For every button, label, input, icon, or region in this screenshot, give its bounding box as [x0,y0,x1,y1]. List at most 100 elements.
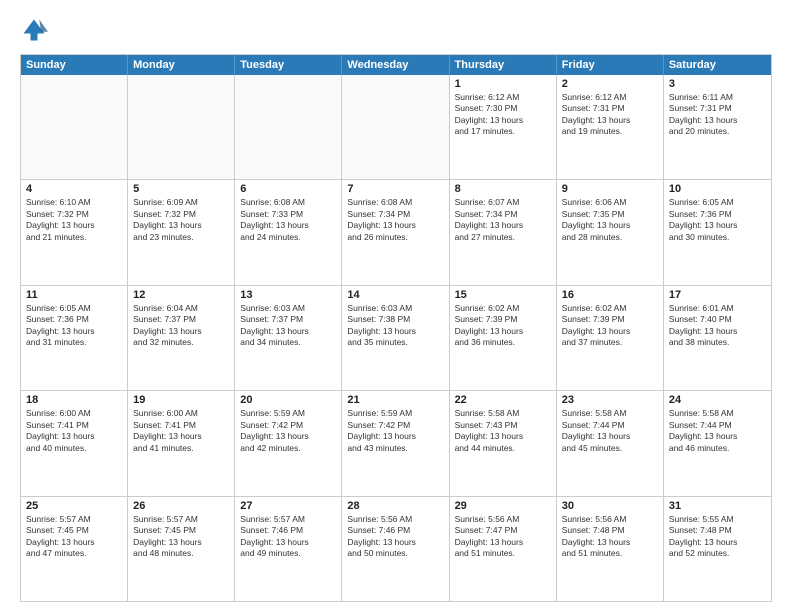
week-row-2: 4 Sunrise: 6:10 AM Sunset: 7:32 PM Daylig… [21,179,771,284]
day-number: 29 [455,500,551,512]
day-cell-2: 2 Sunrise: 6:12 AM Sunset: 7:31 PM Daylig… [557,75,664,179]
day-info: Sunrise: 6:04 AM Sunset: 7:37 PM Dayligh… [133,303,229,349]
day-cell-16: 16 Sunrise: 6:02 AM Sunset: 7:39 PM Dayli… [557,286,664,390]
day-cell-3: 3Sunrise: 6:11 AM Sunset: 7:31 PM Daylig… [664,75,771,179]
day-number: 18 [26,394,122,406]
day-info: Sunrise: 5:57 AM Sunset: 7:45 PM Dayligh… [133,514,229,560]
day-number: 6 [240,183,336,195]
day-cell-13: 13 Sunrise: 6:03 AM Sunset: 7:37 PM Dayli… [235,286,342,390]
day-number: 22 [455,394,551,406]
day-info: Sunrise: 6:01 AM Sunset: 7:40 PM Dayligh… [669,303,766,349]
day-info: Sunrise: 5:56 AM Sunset: 7:46 PM Dayligh… [347,514,443,560]
day-info: Sunrise: 5:59 AM Sunset: 7:42 PM Dayligh… [347,408,443,454]
day-number: 19 [133,394,229,406]
day-info: Sunrise: 5:56 AM Sunset: 7:48 PM Dayligh… [562,514,658,560]
day-info: Sunrise: 6:00 AM Sunset: 7:41 PM Dayligh… [26,408,122,454]
day-info: Sunrise: 5:58 AM Sunset: 7:44 PM Dayligh… [562,408,658,454]
day-cell-18: 18 Sunrise: 6:00 AM Sunset: 7:41 PM Dayli… [21,391,128,495]
day-number: 28 [347,500,443,512]
header-day-saturday: Saturday [664,55,771,75]
day-cell-24: 24 Sunrise: 5:58 AM Sunset: 7:44 PM Dayli… [664,391,771,495]
day-number: 13 [240,289,336,301]
calendar-header: SundayMondayTuesdayWednesdayThursdayFrid… [21,55,771,75]
day-cell-21: 21 Sunrise: 5:59 AM Sunset: 7:42 PM Dayli… [342,391,449,495]
day-number: 2 [562,78,658,90]
day-cell-8: 8 Sunrise: 6:07 AM Sunset: 7:34 PM Daylig… [450,180,557,284]
week-row-3: 11 Sunrise: 6:05 AM Sunset: 7:36 PM Dayli… [21,285,771,390]
day-info: Sunrise: 6:02 AM Sunset: 7:39 PM Dayligh… [455,303,551,349]
header-day-friday: Friday [557,55,664,75]
week-row-4: 18 Sunrise: 6:00 AM Sunset: 7:41 PM Dayli… [21,390,771,495]
header-day-monday: Monday [128,55,235,75]
day-number: 17 [669,289,766,301]
day-info: Sunrise: 6:12 AM Sunset: 7:31 PM Dayligh… [562,92,658,138]
week-row-1: 1Sunrise: 6:12 AM Sunset: 7:30 PM Daylig… [21,75,771,179]
day-info: Sunrise: 6:00 AM Sunset: 7:41 PM Dayligh… [133,408,229,454]
day-cell-26: 26 Sunrise: 5:57 AM Sunset: 7:45 PM Dayli… [128,497,235,601]
logo-icon [20,16,48,44]
day-info: Sunrise: 6:08 AM Sunset: 7:33 PM Dayligh… [240,197,336,243]
day-number: 26 [133,500,229,512]
empty-cell [128,75,235,179]
day-cell-11: 11 Sunrise: 6:05 AM Sunset: 7:36 PM Dayli… [21,286,128,390]
day-info: Sunrise: 5:55 AM Sunset: 7:48 PM Dayligh… [669,514,766,560]
day-number: 10 [669,183,766,195]
day-number: 27 [240,500,336,512]
day-info: Sunrise: 5:57 AM Sunset: 7:46 PM Dayligh… [240,514,336,560]
day-info: Sunrise: 6:05 AM Sunset: 7:36 PM Dayligh… [26,303,122,349]
day-cell-27: 27 Sunrise: 5:57 AM Sunset: 7:46 PM Dayli… [235,497,342,601]
empty-cell [342,75,449,179]
calendar-body: 1Sunrise: 6:12 AM Sunset: 7:30 PM Daylig… [21,75,771,601]
day-number: 11 [26,289,122,301]
day-number: 8 [455,183,551,195]
day-cell-14: 14 Sunrise: 6:03 AM Sunset: 7:38 PM Dayli… [342,286,449,390]
day-info: Sunrise: 6:03 AM Sunset: 7:38 PM Dayligh… [347,303,443,349]
day-number: 9 [562,183,658,195]
day-number: 23 [562,394,658,406]
day-cell-19: 19 Sunrise: 6:00 AM Sunset: 7:41 PM Dayli… [128,391,235,495]
header-day-sunday: Sunday [21,55,128,75]
header-day-thursday: Thursday [450,55,557,75]
day-number: 21 [347,394,443,406]
week-row-5: 25 Sunrise: 5:57 AM Sunset: 7:45 PM Dayli… [21,496,771,601]
day-number: 7 [347,183,443,195]
day-number: 24 [669,394,766,406]
day-info: Sunrise: 5:58 AM Sunset: 7:44 PM Dayligh… [669,408,766,454]
day-info: Sunrise: 6:05 AM Sunset: 7:36 PM Dayligh… [669,197,766,243]
day-info: Sunrise: 6:10 AM Sunset: 7:32 PM Dayligh… [26,197,122,243]
day-cell-31: 31 Sunrise: 5:55 AM Sunset: 7:48 PM Dayli… [664,497,771,601]
header-day-tuesday: Tuesday [235,55,342,75]
day-cell-29: 29Sunrise: 5:56 AM Sunset: 7:47 PM Dayli… [450,497,557,601]
day-number: 4 [26,183,122,195]
header-day-wednesday: Wednesday [342,55,449,75]
day-info: Sunrise: 6:02 AM Sunset: 7:39 PM Dayligh… [562,303,658,349]
day-info: Sunrise: 6:09 AM Sunset: 7:32 PM Dayligh… [133,197,229,243]
day-cell-5: 5Sunrise: 6:09 AM Sunset: 7:32 PM Daylig… [128,180,235,284]
day-cell-30: 30 Sunrise: 5:56 AM Sunset: 7:48 PM Dayli… [557,497,664,601]
day-info: Sunrise: 6:07 AM Sunset: 7:34 PM Dayligh… [455,197,551,243]
page: SundayMondayTuesdayWednesdayThursdayFrid… [0,0,792,612]
day-cell-9: 9 Sunrise: 6:06 AM Sunset: 7:35 PM Daylig… [557,180,664,284]
day-number: 25 [26,500,122,512]
day-cell-7: 7Sunrise: 6:08 AM Sunset: 7:34 PM Daylig… [342,180,449,284]
day-number: 20 [240,394,336,406]
day-number: 30 [562,500,658,512]
day-info: Sunrise: 6:03 AM Sunset: 7:37 PM Dayligh… [240,303,336,349]
day-info: Sunrise: 5:57 AM Sunset: 7:45 PM Dayligh… [26,514,122,560]
calendar: SundayMondayTuesdayWednesdayThursdayFrid… [20,54,772,602]
day-number: 14 [347,289,443,301]
day-cell-6: 6 Sunrise: 6:08 AM Sunset: 7:33 PM Daylig… [235,180,342,284]
day-number: 15 [455,289,551,301]
day-cell-22: 22Sunrise: 5:58 AM Sunset: 7:43 PM Dayli… [450,391,557,495]
day-number: 16 [562,289,658,301]
day-cell-4: 4 Sunrise: 6:10 AM Sunset: 7:32 PM Daylig… [21,180,128,284]
day-number: 12 [133,289,229,301]
empty-cell [21,75,128,179]
day-number: 3 [669,78,766,90]
day-info: Sunrise: 5:59 AM Sunset: 7:42 PM Dayligh… [240,408,336,454]
day-number: 31 [669,500,766,512]
day-info: Sunrise: 6:06 AM Sunset: 7:35 PM Dayligh… [562,197,658,243]
day-number: 1 [455,78,551,90]
day-cell-15: 15 Sunrise: 6:02 AM Sunset: 7:39 PM Dayli… [450,286,557,390]
day-cell-12: 12 Sunrise: 6:04 AM Sunset: 7:37 PM Dayli… [128,286,235,390]
